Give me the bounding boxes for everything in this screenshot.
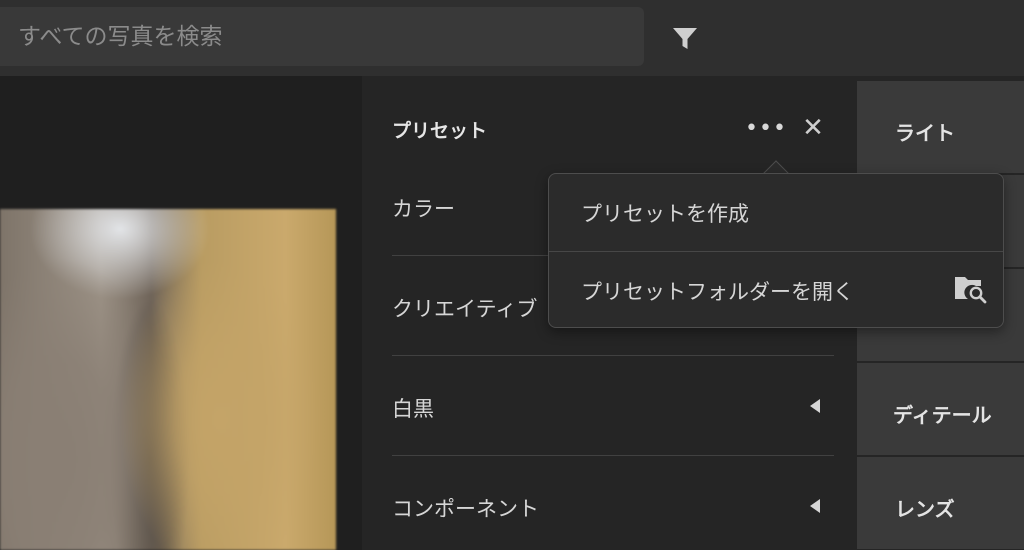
photo-canvas	[0, 76, 362, 550]
menu-item-label: プリセットを作成	[581, 202, 749, 226]
preset-group-label: カラー	[392, 197, 455, 221]
menu-item-open-preset-folder[interactable]: プリセットフォルダーを開く	[549, 252, 1003, 328]
tab-label: ディテール	[893, 403, 992, 427]
search-input[interactable]	[18, 7, 628, 66]
preset-group-component[interactable]: コンポーネント	[392, 457, 834, 550]
preset-group-bw[interactable]: 白黒	[392, 357, 834, 456]
search-box[interactable]	[0, 7, 644, 66]
expand-arrow-icon[interactable]	[810, 399, 820, 413]
tab-label: ライト	[895, 121, 955, 145]
filter-icon[interactable]	[669, 22, 701, 54]
tab-light[interactable]: ライト	[857, 81, 1024, 173]
tab-detail[interactable]: ディテール	[857, 363, 1024, 455]
close-icon[interactable]: ✕	[799, 113, 827, 143]
panel-title: プリセット	[392, 120, 488, 142]
photo-preview[interactable]	[0, 209, 336, 550]
preset-group-label: 白黒	[392, 397, 434, 421]
tab-lens[interactable]: レンズ	[857, 457, 1024, 549]
folder-search-icon	[954, 274, 988, 304]
preset-options-menu: プリセットを作成 プリセットフォルダーを開く	[548, 173, 1004, 328]
more-options-icon[interactable]: •••	[745, 114, 786, 142]
preset-group-label: クリエイティブ	[392, 297, 538, 321]
top-bar	[0, 0, 1024, 76]
tab-label: レンズ	[895, 497, 955, 521]
menu-item-label: プリセットフォルダーを開く	[581, 280, 854, 304]
preset-group-label: コンポーネント	[392, 497, 539, 521]
menu-item-create-preset[interactable]: プリセットを作成	[549, 174, 1003, 250]
expand-arrow-icon[interactable]	[810, 499, 820, 513]
